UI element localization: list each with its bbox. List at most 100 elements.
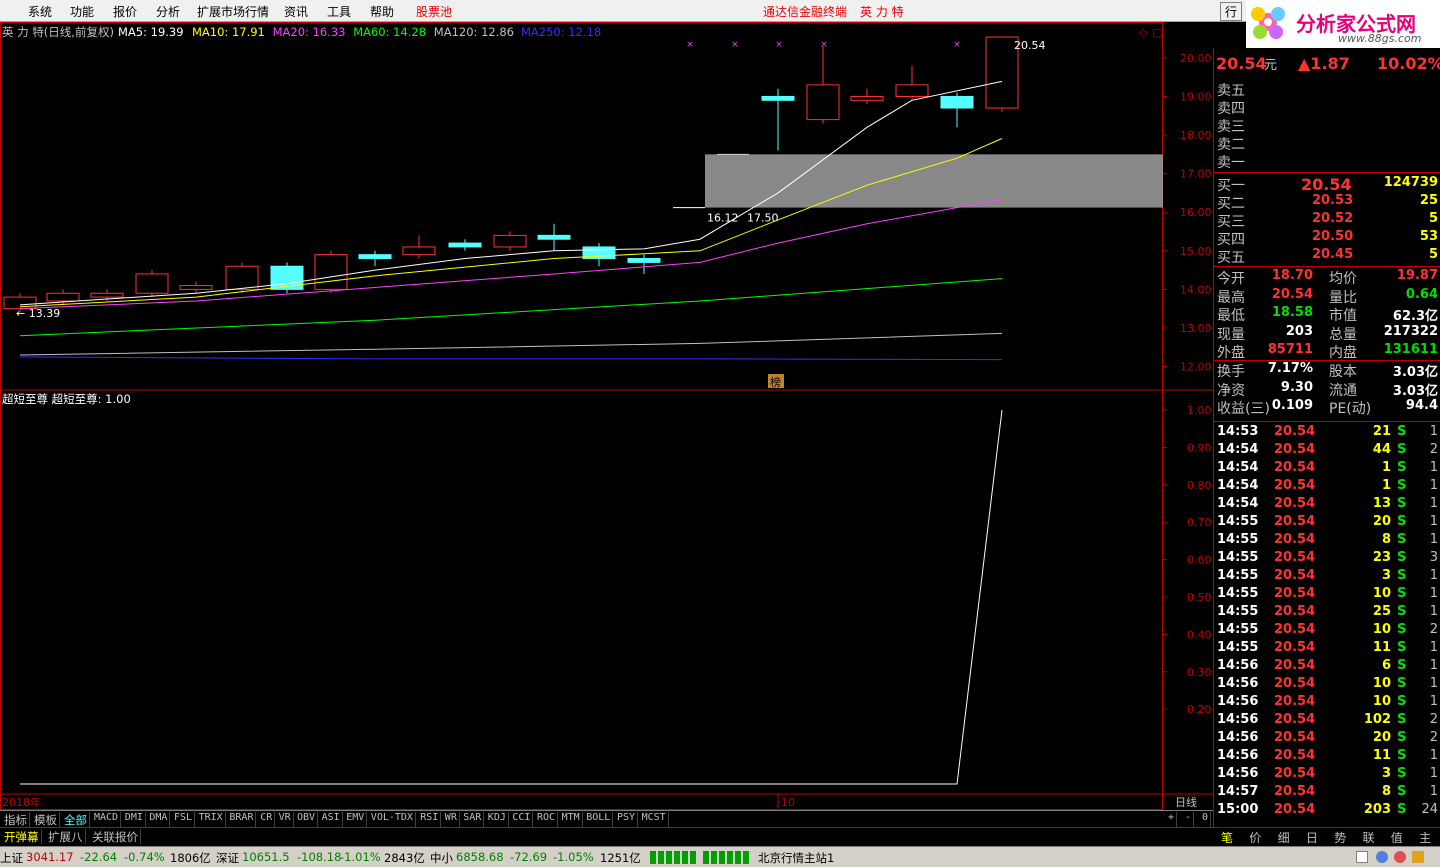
status-sh-pct: -0.74% — [124, 850, 165, 864]
menu-quote[interactable]: 报价 — [113, 3, 137, 20]
kline-chart-svg[interactable]: 英 力 特(日线,前复权) MA5: 19.39 MA10: 17.91 MA20: … — [0, 22, 1213, 810]
sell-level-label: 卖二 — [1217, 137, 1245, 153]
tick-row: 14:56 20.54 20 S 2 — [1214, 730, 1440, 748]
side-tab-3[interactable]: 日 — [1306, 829, 1318, 846]
tab-control-0[interactable]: + — [1166, 812, 1178, 827]
price-tick-label: 20.00 — [1180, 52, 1212, 65]
menu-analysis[interactable]: 分析 — [156, 3, 180, 20]
stat-value: 18.58 — [1271, 305, 1313, 321]
quote-panel: 20.54 元 ▲1.87 10.02% 卖五 卖四 卖三 卖二 卖一 买一 20.54 124739… — [1213, 48, 1440, 830]
tick-side: S — [1397, 766, 1407, 781]
extra-tab-0[interactable]: 开弹幕 — [2, 829, 42, 844]
tab-cci[interactable]: CCI — [510, 812, 534, 827]
tab-rsi[interactable]: RSI — [418, 812, 442, 827]
market-button[interactable]: 行 — [1220, 2, 1243, 21]
tab-mtm[interactable]: MTM — [560, 812, 583, 827]
tab-psy[interactable]: PSY — [615, 812, 639, 827]
lock-icon[interactable] — [1412, 851, 1424, 863]
tick-row: 14:54 20.54 44 S 2 — [1214, 442, 1440, 460]
menu-stock-pool[interactable]: 股票池 — [416, 3, 452, 20]
tick-count: 1 — [1429, 514, 1438, 529]
buy-level-volume: 124739 — [1383, 175, 1438, 190]
tick-row: 14:56 20.54 11 S 1 — [1214, 748, 1440, 766]
kline-chart-area[interactable]: 英 力 特(日线,前复权) MA5: 19.39 MA10: 17.91 MA20: … — [0, 22, 1213, 832]
tab-wr[interactable]: WR — [443, 812, 460, 827]
side-tab-5[interactable]: 联 — [1363, 829, 1375, 846]
side-tab-4[interactable]: 势 — [1334, 829, 1346, 846]
tick-row: 14:54 20.54 1 S 1 — [1214, 478, 1440, 496]
tab-kdj[interactable]: KDJ — [486, 812, 509, 827]
stat-value: 18.70 — [1271, 268, 1313, 283]
side-tab-6[interactable]: 值 — [1391, 829, 1403, 846]
price-unit: 元 — [1264, 58, 1278, 73]
menu-function[interactable]: 功能 — [70, 3, 94, 20]
tab-macd[interactable]: MACD — [92, 812, 122, 827]
price-tick-label: 14.00 — [1180, 283, 1212, 296]
window-icon[interactable] — [1356, 851, 1368, 863]
stat-value: 3.03亿 — [1392, 365, 1438, 380]
stat-value: 85711 — [1267, 342, 1313, 358]
tick-volume: 3 — [1381, 568, 1391, 583]
tab-dma[interactable]: DMA — [147, 812, 171, 827]
status-sh-value[interactable]: 3041.17 — [26, 850, 74, 864]
tab-control-1[interactable]: - — [1183, 812, 1195, 827]
tick-price: 20.54 — [1274, 640, 1316, 655]
tab-指标[interactable]: 指标 — [2, 812, 30, 827]
tab-boll[interactable]: BOLL — [584, 812, 614, 827]
tick-side: S — [1397, 748, 1407, 763]
side-tab-1[interactable]: 价 — [1249, 829, 1261, 846]
tab-emv[interactable]: EMV — [344, 812, 368, 827]
stat-label: 今开 — [1217, 271, 1245, 287]
logo-url: www.88gs.com — [1338, 32, 1422, 45]
candle-body — [314, 254, 348, 290]
sell-level-row: 卖一 — [1214, 152, 1440, 171]
tab-control-2[interactable]: 0 — [1200, 812, 1212, 827]
info-icon[interactable] — [1376, 851, 1388, 863]
tab-sar[interactable]: SAR — [461, 812, 485, 827]
tick-price: 20.54 — [1274, 730, 1316, 745]
tab-模板[interactable]: 模板 — [32, 812, 60, 827]
tab-dmi[interactable]: DMI — [123, 812, 146, 827]
server-name[interactable]: 北京行情主站1 — [758, 850, 834, 866]
tick-count: 1 — [1429, 694, 1438, 709]
buy-level-label: 买五 — [1217, 250, 1245, 266]
menu-news[interactable]: 资讯 — [284, 3, 308, 20]
side-tab-0[interactable]: 笔 — [1221, 829, 1233, 846]
tick-price: 20.54 — [1274, 766, 1316, 781]
stat-row: 最低 18.58 市值 62.3亿 — [1214, 305, 1440, 324]
tab-mcst[interactable]: MCST — [640, 812, 669, 827]
tab-roc[interactable]: ROC — [535, 812, 559, 827]
menu-system[interactable]: 系统 — [28, 3, 52, 20]
candle-body — [225, 265, 259, 290]
menu-help[interactable]: 帮助 — [370, 3, 394, 20]
tab-cr[interactable]: CR — [258, 812, 276, 827]
menu-extended-market[interactable]: 扩展市场行情 — [197, 3, 269, 20]
stat-row: 最高 20.54 量比 0.64 — [1214, 287, 1440, 306]
side-tab-2[interactable]: 细 — [1278, 829, 1290, 846]
tab-asi[interactable]: ASI — [320, 812, 343, 827]
alert-icon[interactable] — [1394, 851, 1406, 863]
buy-level-volume: 25 — [1419, 193, 1438, 208]
status-sz-value[interactable]: 10651.5 — [242, 850, 290, 864]
period-label: 日线 — [1175, 795, 1197, 809]
buy-level-label: 买四 — [1217, 232, 1245, 248]
side-tab-7[interactable]: 主 — [1419, 829, 1431, 846]
status-zx-value[interactable]: 6858.68 — [456, 850, 504, 864]
tick-time: 14:56 — [1217, 694, 1259, 709]
tick-time: 14:56 — [1217, 676, 1259, 691]
tab-obv[interactable]: OBV — [295, 812, 319, 827]
tab-vol-tdx[interactable]: VOL-TDX — [369, 812, 416, 827]
tick-time: 14:54 — [1217, 460, 1259, 475]
extra-tab-1[interactable]: 扩展八 — [46, 829, 86, 844]
tab-fsl[interactable]: FSL — [172, 812, 196, 827]
tick-price: 20.54 — [1274, 622, 1316, 637]
tick-volume: 6 — [1381, 658, 1391, 673]
tick-volume: 13 — [1372, 496, 1391, 511]
extra-tab-2[interactable]: 关联报价 — [90, 829, 141, 844]
tab-brar[interactable]: BRAR — [227, 812, 257, 827]
menu-tools[interactable]: 工具 — [327, 3, 351, 20]
tab-trix[interactable]: TRIX — [197, 812, 226, 827]
tab-vr[interactable]: VR — [277, 812, 294, 827]
tick-count: 1 — [1429, 568, 1438, 583]
tab-全部[interactable]: 全部 — [62, 812, 90, 827]
